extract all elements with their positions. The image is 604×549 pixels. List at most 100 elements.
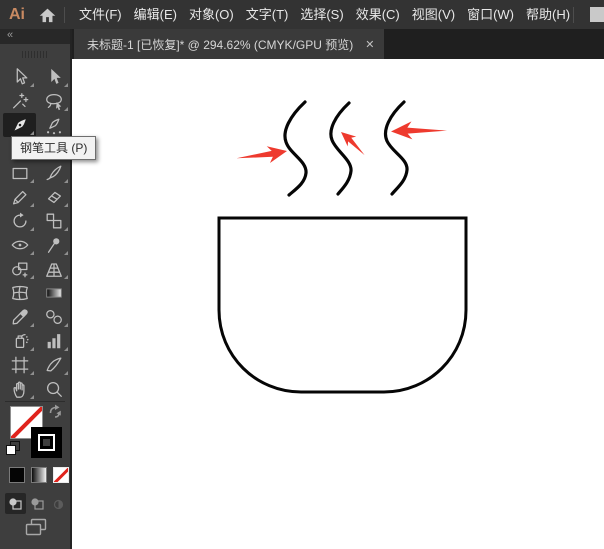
steam-line-2[interactable] (331, 103, 351, 194)
none-swatch-button[interactable] (53, 467, 69, 483)
direct-selection-tool-button[interactable] (37, 65, 70, 89)
draw-behind-icon (30, 497, 45, 511)
pen-tool-button[interactable] (3, 113, 36, 137)
symbol-sprayer-tool-button[interactable] (3, 329, 36, 353)
color-swatch-button[interactable] (9, 467, 25, 483)
magic-wand-icon (10, 91, 30, 111)
curvature-tool-button[interactable] (37, 113, 70, 137)
gradient-swatch-button[interactable] (31, 467, 47, 483)
steam-line-3[interactable] (386, 102, 408, 194)
hand-icon (10, 379, 30, 399)
shape-builder-tool-button[interactable] (3, 257, 36, 281)
workspace-button-partial[interactable] (590, 7, 604, 22)
paintbrush-icon (44, 163, 64, 183)
menu-select[interactable]: 选择(S) (294, 0, 349, 29)
width-tool-icon (10, 235, 30, 255)
rotate-icon (10, 211, 30, 231)
home-icon (39, 7, 56, 23)
menu-file[interactable]: 文件(F) (73, 0, 128, 29)
slice-knife-icon (44, 355, 64, 375)
scale-tool-button[interactable] (37, 209, 70, 233)
draw-normal-icon (8, 497, 23, 511)
gradient-icon (44, 283, 64, 303)
blend-icon (44, 307, 64, 327)
screen-mode-icon (24, 517, 48, 537)
annotation-arrow-3[interactable] (391, 120, 448, 141)
selection-arrow-icon (10, 67, 30, 87)
puppet-warp-pin-icon (44, 235, 64, 255)
menu-bar: Ai 文件(F) 编辑(E) 对象(O) 文字(T) 选择(S) 效果(C) 视… (0, 0, 604, 29)
panel-collapse-button[interactable]: « (0, 29, 70, 44)
panel-divider (5, 401, 65, 402)
curvature-pen-icon (44, 115, 64, 135)
tab-close-icon[interactable]: ✕ (365, 38, 374, 51)
artboard-canvas[interactable] (72, 59, 604, 549)
rectangle-icon (10, 163, 30, 183)
menu-object[interactable]: 对象(O) (183, 0, 240, 29)
eraser-tool-button[interactable] (37, 185, 70, 209)
artboard-tool-button[interactable] (3, 353, 36, 377)
rotate-tool-button[interactable] (3, 209, 36, 233)
menu-view[interactable]: 视图(V) (406, 0, 461, 29)
artwork (72, 59, 604, 549)
draw-behind-mode-button[interactable] (27, 493, 48, 514)
column-graph-tool-button[interactable] (37, 329, 70, 353)
artboard-icon (10, 355, 30, 375)
cup-outline[interactable] (219, 218, 466, 392)
pencil-icon (10, 187, 30, 207)
ai-logo[interactable]: Ai (9, 6, 25, 24)
stroke-color-swatch[interactable] (31, 427, 62, 458)
blend-tool-button[interactable] (37, 305, 70, 329)
hand-tool-button[interactable] (3, 377, 36, 401)
puppet-warp-tool-button[interactable] (37, 233, 70, 257)
eyedropper-icon (10, 307, 30, 327)
perspective-grid-tool-button[interactable] (37, 257, 70, 281)
default-fill-stroke-icon[interactable] (6, 441, 20, 455)
none-slash-icon (53, 467, 69, 483)
menu-effect[interactable]: 效果(C) (350, 0, 406, 29)
zoom-tool-button[interactable] (37, 377, 70, 401)
screen-mode-button[interactable] (24, 517, 48, 542)
menu-window[interactable]: 窗口(W) (461, 0, 520, 29)
eraser-icon (44, 187, 64, 207)
swap-arrows-icon (47, 404, 63, 418)
paintbrush-tool-button[interactable] (37, 161, 70, 185)
pen-nib-icon (10, 115, 30, 135)
draw-normal-mode-button[interactable] (5, 493, 26, 514)
slice-tool-button[interactable] (37, 353, 70, 377)
shape-builder-icon (10, 259, 30, 279)
pen-tool-tooltip: 钢笔工具 (P) (11, 136, 96, 160)
symbol-sprayer-icon (10, 331, 30, 351)
illustrator-window: Ai 文件(F) 编辑(E) 对象(O) 文字(T) 选择(S) 效果(C) 视… (0, 0, 604, 549)
column-graph-icon (44, 331, 64, 351)
menu-edit[interactable]: 编辑(E) (128, 0, 183, 29)
draw-inside-mode-button[interactable] (48, 493, 69, 514)
swap-fill-stroke-icon[interactable] (47, 404, 63, 423)
document-tab[interactable]: 未标题-1 [已恢复]* @ 294.62% (CMYK/GPU 预览) ✕ (74, 29, 384, 59)
home-button[interactable] (39, 7, 56, 23)
panel-drag-grip[interactable] (22, 51, 49, 58)
document-tab-bar: 未标题-1 [已恢复]* @ 294.62% (CMYK/GPU 预览) ✕ (72, 29, 604, 59)
perspective-grid-icon (44, 259, 64, 279)
annotation-arrow-1[interactable] (235, 143, 288, 169)
zoom-magnifier-icon (44, 379, 64, 399)
width-tool-button[interactable] (3, 233, 36, 257)
menubar-separator (573, 7, 574, 23)
menu-type[interactable]: 文字(T) (240, 0, 295, 29)
rectangle-tool-button[interactable] (3, 161, 36, 185)
menubar-right-group (565, 0, 604, 29)
direct-selection-arrow-icon (44, 67, 64, 87)
document-tab-title: 未标题-1 [已恢复]* @ 294.62% (CMYK/GPU 预览) (87, 36, 353, 53)
menubar-separator (64, 7, 65, 23)
pencil-tool-button[interactable] (3, 185, 36, 209)
mesh-tool-button[interactable] (3, 281, 36, 305)
eyedropper-tool-button[interactable] (3, 305, 36, 329)
selection-tool-button[interactable] (3, 65, 36, 89)
lasso-icon (44, 91, 64, 111)
lasso-tool-button[interactable] (37, 89, 70, 113)
tools-panel: « (0, 29, 72, 549)
magic-wand-tool-button[interactable] (3, 89, 36, 113)
gradient-tool-button[interactable] (37, 281, 70, 305)
steam-line-1[interactable] (285, 102, 306, 195)
scale-icon (44, 211, 64, 231)
